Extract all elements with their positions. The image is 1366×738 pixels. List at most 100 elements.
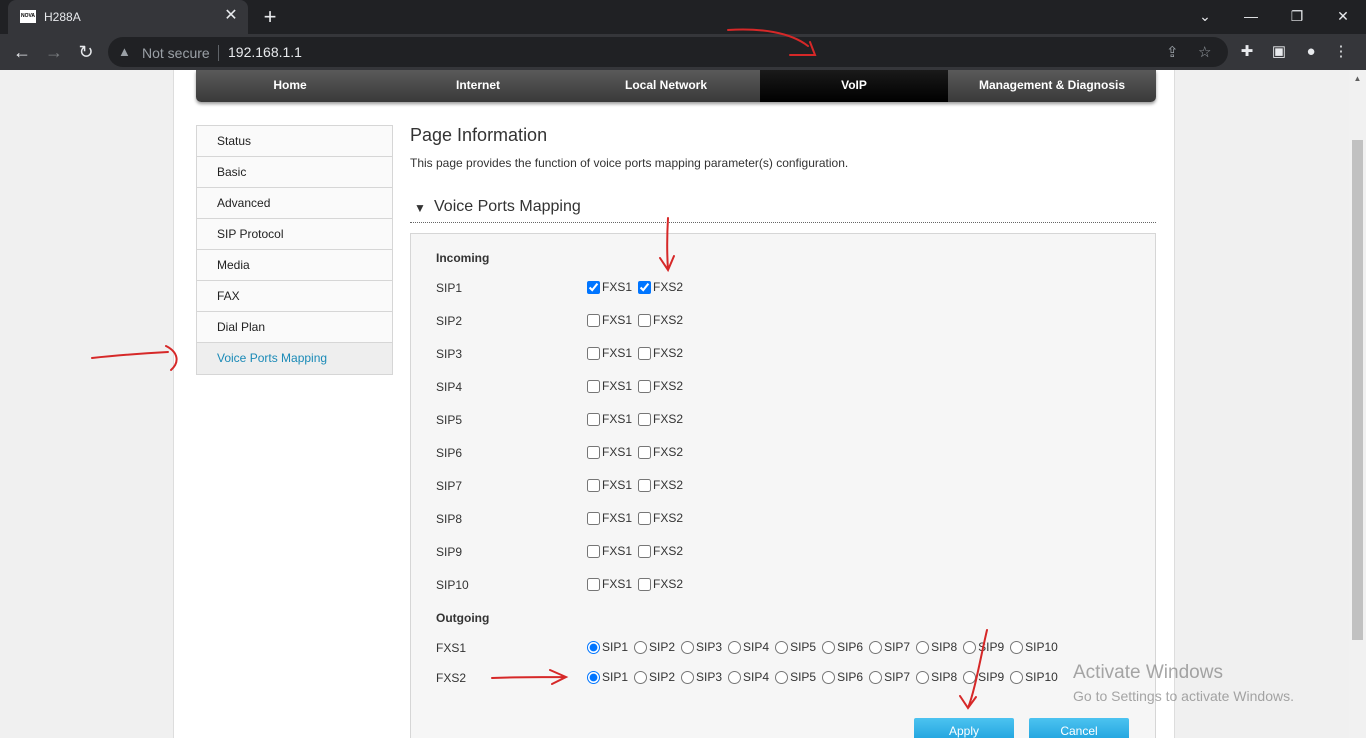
cancel-button[interactable]: Cancel: [1029, 718, 1129, 738]
outgoing-option[interactable]: SIP4: [726, 670, 769, 684]
incoming-option[interactable]: FXS1: [585, 445, 632, 459]
incoming-option[interactable]: FXS1: [585, 379, 632, 393]
incoming-checkbox[interactable]: [587, 577, 600, 591]
outgoing-radio[interactable]: [775, 670, 789, 684]
incoming-checkbox[interactable]: [638, 379, 652, 393]
reload-icon[interactable]: ↻: [74, 40, 98, 64]
sidebar-item-basic[interactable]: Basic: [197, 157, 392, 188]
incoming-option[interactable]: FXS2: [636, 313, 683, 327]
side-panel-icon[interactable]: ▣: [1269, 42, 1289, 62]
outgoing-option[interactable]: SIP9: [961, 670, 1004, 684]
outgoing-option[interactable]: SIP4: [726, 640, 769, 654]
scroll-thumb[interactable]: [1352, 140, 1363, 640]
outgoing-radio[interactable]: [681, 640, 695, 654]
outgoing-option[interactable]: SIP10: [1008, 670, 1058, 684]
incoming-checkbox[interactable]: [587, 280, 600, 294]
browser-tab[interactable]: NOVA H288A ✕: [8, 0, 248, 34]
outgoing-option[interactable]: SIP5: [773, 670, 816, 684]
collapse-triangle-icon[interactable]: ▼: [414, 201, 426, 215]
incoming-option[interactable]: FXS2: [636, 379, 683, 393]
menu-kebab-icon[interactable]: ⋮: [1331, 42, 1351, 62]
sidebar-item-fax[interactable]: FAX: [197, 281, 392, 312]
page-scrollbar[interactable]: ▲: [1349, 70, 1366, 738]
outgoing-radio[interactable]: [681, 670, 695, 684]
outgoing-radio[interactable]: [916, 670, 930, 684]
outgoing-radio[interactable]: [587, 640, 600, 654]
outgoing-radio[interactable]: [869, 670, 883, 684]
incoming-checkbox[interactable]: [638, 511, 652, 525]
sidebar-item-status[interactable]: Status: [197, 126, 392, 157]
outgoing-radio[interactable]: [728, 640, 742, 654]
incoming-checkbox[interactable]: [587, 478, 600, 492]
bookmark-star-icon[interactable]: ☆: [1198, 43, 1211, 61]
outgoing-radio[interactable]: [1010, 670, 1024, 684]
outgoing-radio[interactable]: [916, 640, 930, 654]
url-text[interactable]: 192.168.1.1: [228, 44, 302, 60]
incoming-checkbox[interactable]: [638, 544, 652, 558]
restore-icon[interactable]: ❐: [1274, 4, 1320, 28]
outgoing-option[interactable]: SIP2: [632, 640, 675, 654]
incoming-checkbox[interactable]: [638, 346, 652, 360]
incoming-checkbox[interactable]: [587, 379, 600, 393]
share-icon[interactable]: ⇪: [1166, 43, 1179, 61]
incoming-checkbox[interactable]: [638, 577, 652, 591]
minimize-icon[interactable]: —: [1228, 4, 1274, 28]
incoming-option[interactable]: FXS2: [636, 544, 683, 558]
incoming-checkbox[interactable]: [587, 511, 600, 525]
sidebar-item-dial-plan[interactable]: Dial Plan: [197, 312, 392, 343]
outgoing-option[interactable]: SIP3: [679, 640, 722, 654]
incoming-checkbox[interactable]: [587, 544, 600, 558]
incoming-checkbox[interactable]: [587, 412, 600, 426]
incoming-option[interactable]: FXS1: [585, 577, 632, 591]
outgoing-radio[interactable]: [728, 670, 742, 684]
new-tab-icon[interactable]: +: [258, 5, 282, 29]
incoming-option[interactable]: FXS2: [636, 445, 683, 459]
incoming-checkbox[interactable]: [638, 478, 652, 492]
sidebar-item-advanced[interactable]: Advanced: [197, 188, 392, 219]
incoming-option[interactable]: FXS2: [636, 280, 683, 294]
address-bar[interactable]: ▲ Not secure 192.168.1.1 ⇪ ☆: [108, 37, 1228, 67]
incoming-checkbox[interactable]: [638, 280, 652, 294]
incoming-checkbox[interactable]: [587, 445, 600, 459]
incoming-checkbox[interactable]: [638, 445, 652, 459]
outgoing-option[interactable]: SIP2: [632, 670, 675, 684]
tab-search-chevron-icon[interactable]: ⌄: [1182, 4, 1228, 28]
nav-local-network[interactable]: Local Network: [572, 70, 760, 102]
outgoing-radio[interactable]: [775, 640, 789, 654]
outgoing-option[interactable]: SIP10: [1008, 640, 1058, 654]
warning-triangle-icon[interactable]: ▲: [118, 44, 131, 59]
incoming-option[interactable]: FXS1: [585, 313, 632, 327]
outgoing-radio[interactable]: [822, 670, 836, 684]
extensions-puzzle-icon[interactable]: ✚: [1237, 42, 1257, 62]
incoming-option[interactable]: FXS1: [585, 412, 632, 426]
back-arrow-icon[interactable]: ←: [10, 40, 34, 64]
incoming-option[interactable]: FXS2: [636, 577, 683, 591]
outgoing-radio[interactable]: [963, 640, 977, 654]
section-header[interactable]: ▼ Voice Ports Mapping: [410, 198, 1156, 223]
outgoing-radio[interactable]: [963, 670, 977, 684]
incoming-checkbox[interactable]: [638, 412, 652, 426]
incoming-option[interactable]: FXS1: [585, 478, 632, 492]
outgoing-radio[interactable]: [587, 670, 600, 684]
nav-home[interactable]: Home: [196, 70, 384, 102]
outgoing-option[interactable]: SIP8: [914, 640, 957, 654]
nav-management-diagnosis[interactable]: Management & Diagnosis: [948, 70, 1156, 102]
outgoing-option[interactable]: SIP9: [961, 640, 1004, 654]
outgoing-option[interactable]: SIP7: [867, 640, 910, 654]
incoming-option[interactable]: FXS2: [636, 346, 683, 360]
window-close-icon[interactable]: ✕: [1320, 4, 1366, 28]
outgoing-radio[interactable]: [869, 640, 883, 654]
outgoing-option[interactable]: SIP5: [773, 640, 816, 654]
incoming-option[interactable]: FXS1: [585, 346, 632, 360]
incoming-checkbox[interactable]: [587, 313, 600, 327]
outgoing-option[interactable]: SIP6: [820, 640, 863, 654]
nav-internet[interactable]: Internet: [384, 70, 572, 102]
forward-arrow-icon[interactable]: →: [42, 40, 66, 64]
outgoing-option[interactable]: SIP1: [585, 640, 628, 654]
tab-close-icon[interactable]: ✕: [222, 7, 240, 25]
incoming-option[interactable]: FXS2: [636, 511, 683, 525]
sidebar-item-media[interactable]: Media: [197, 250, 392, 281]
incoming-option[interactable]: FXS2: [636, 412, 683, 426]
apply-button[interactable]: Apply: [914, 718, 1014, 738]
outgoing-option[interactable]: SIP8: [914, 670, 957, 684]
